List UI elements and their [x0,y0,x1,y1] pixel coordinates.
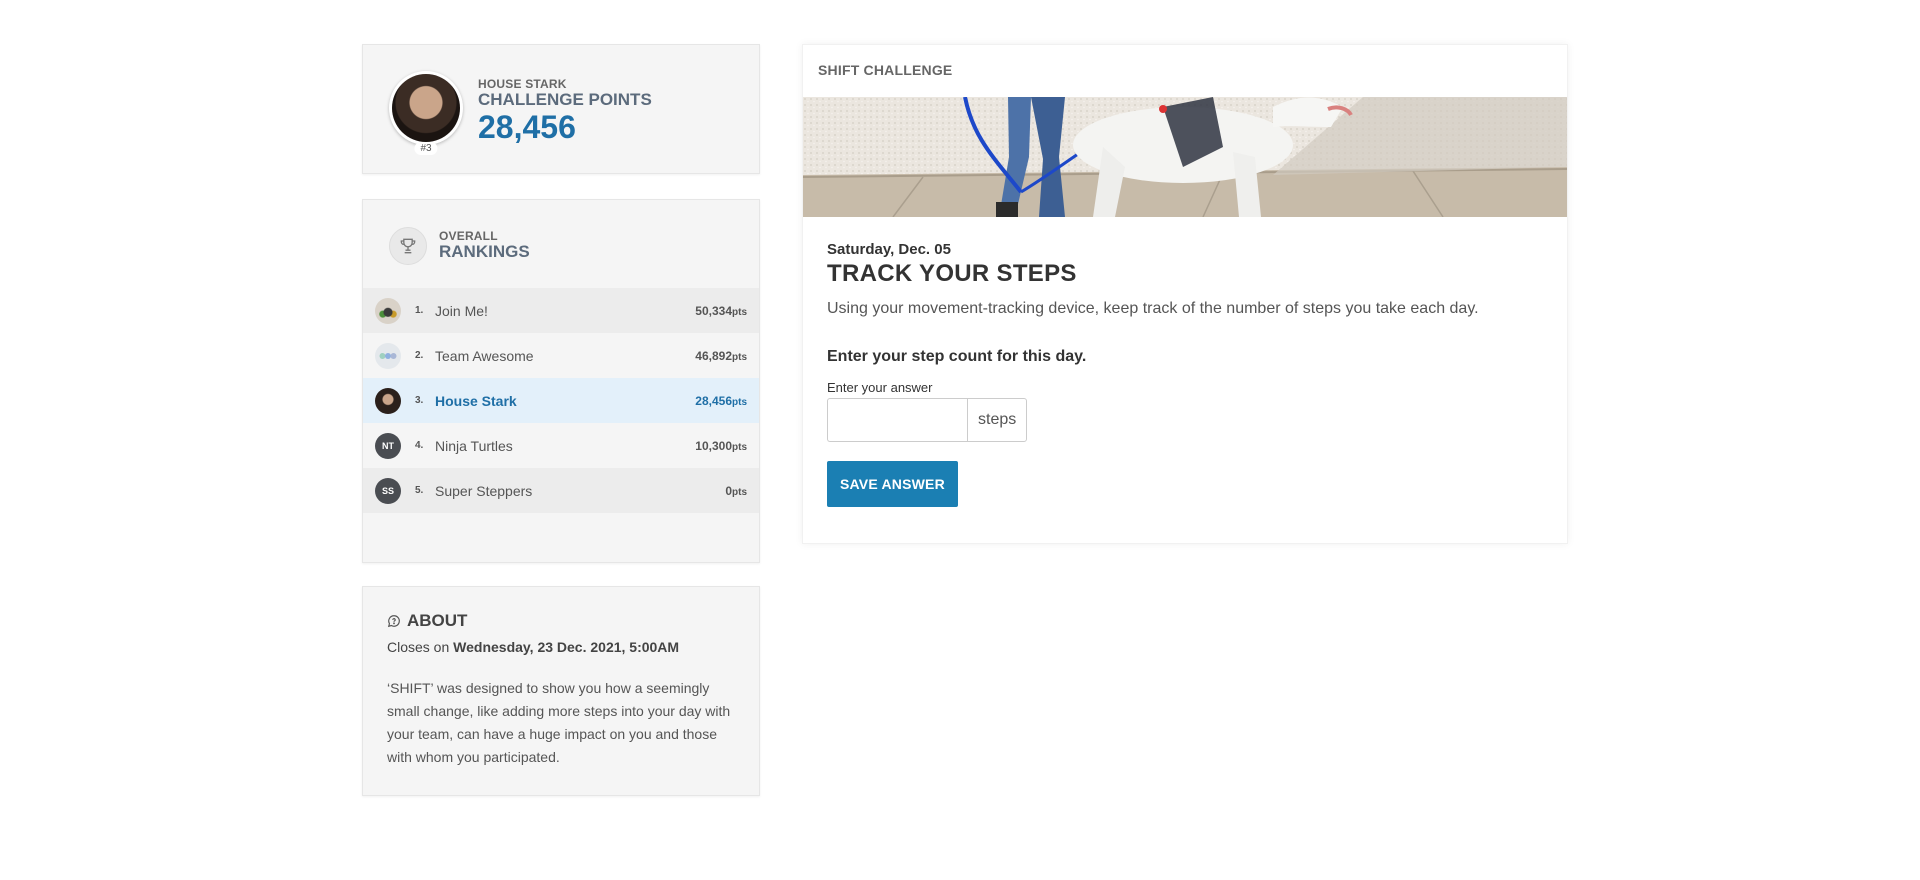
about-title: ABOUT [407,611,468,630]
team-name: Join Me! [435,302,488,319]
chat-bubble-icon [387,615,400,628]
team-points: 46,892 [695,348,732,363]
team-points: 28,456 [695,393,732,408]
team-house-name: HOUSE STARK [478,77,567,91]
points-value: 28,456 [478,109,576,145]
team-name: House Stark [435,392,517,409]
rankings-eyebrow: OVERALL [439,229,498,243]
team-avatar: SS [375,477,401,504]
team-rank: 3. [415,395,424,406]
points-suffix: pts [732,351,747,363]
avatar-image [392,74,460,142]
step-count-input[interactable] [827,398,967,442]
team-rank: 5. [415,485,424,496]
table-row[interactable]: 2. Team Awesome 46,892pts [363,333,759,378]
rankings-title: RANKINGS [439,242,530,261]
challenge-points-card: #3 HOUSE STARK CHALLENGE POINTS 28,456 [362,44,760,174]
team-avatar [375,297,401,324]
team-rank: 2. [415,350,424,361]
challenge-date: Saturday, Dec. 05 [827,241,951,258]
about-card: ABOUT Closes on Wednesday, 23 Dec. 2021,… [362,586,760,796]
challenge-description: Using your movement-tracking device, kee… [827,300,1479,317]
table-row[interactable]: 3. House Stark 28,456pts [363,378,759,423]
steps-unit: steps [967,398,1028,442]
about-description: ‘SHIFT’ was designed to show you how a s… [387,680,731,765]
challenge-label: SHIFT CHALLENGE [818,62,953,78]
team-name: Super Steppers [435,482,533,499]
hero-image [803,97,1567,217]
question-text: Enter your step count for this day. [827,348,1087,365]
closes-date: Wednesday, 23 Dec. 2021, 5:00AM [453,639,680,655]
table-row[interactable]: SS 5. Super Steppers 0pts [363,468,759,513]
rankings-header: OVERALL RANKINGS [389,226,530,266]
points-suffix: pts [732,306,747,318]
team-name: Ninja Turtles [435,437,513,454]
save-answer-button[interactable]: SAVE ANSWER [827,461,958,507]
challenge-title: TRACK YOUR STEPS [827,260,1077,287]
answer-input-group: steps [827,398,1547,442]
team-avatar: NT [375,432,401,459]
table-row[interactable]: 1. Join Me! 50,334pts [363,288,759,333]
team-rank: 4. [415,440,424,451]
team-points: 10,300 [695,438,732,453]
answer-label: Enter your answer [827,380,933,395]
table-row[interactable]: NT 4. Ninja Turtles 10,300pts [363,423,759,468]
points-suffix: pts [732,486,747,498]
profile-avatar[interactable]: #3 [389,71,463,155]
points-suffix: pts [732,396,747,408]
rank-badge: #3 [414,142,438,155]
team-points: 50,334 [695,303,732,318]
points-suffix: pts [732,441,747,453]
trophy-icon [389,227,427,265]
rankings-list: 1. Join Me! 50,334pts 2. Team Awesome 46… [363,288,759,513]
points-title: CHALLENGE POINTS [478,90,652,109]
team-points: 0 [725,483,732,498]
rankings-card: OVERALL RANKINGS 1. Join Me! 50,334pts 2… [362,199,760,563]
closes-on: Closes on Wednesday, 23 Dec. 2021, 5:00A… [387,639,680,655]
team-avatar [375,342,401,369]
challenge-card: SHIFT CHALLENGE Saturday, Dec. 05 TRACK … [802,44,1568,544]
team-avatar [375,387,401,414]
team-name: Team Awesome [435,347,534,364]
team-rank: 1. [415,305,424,316]
